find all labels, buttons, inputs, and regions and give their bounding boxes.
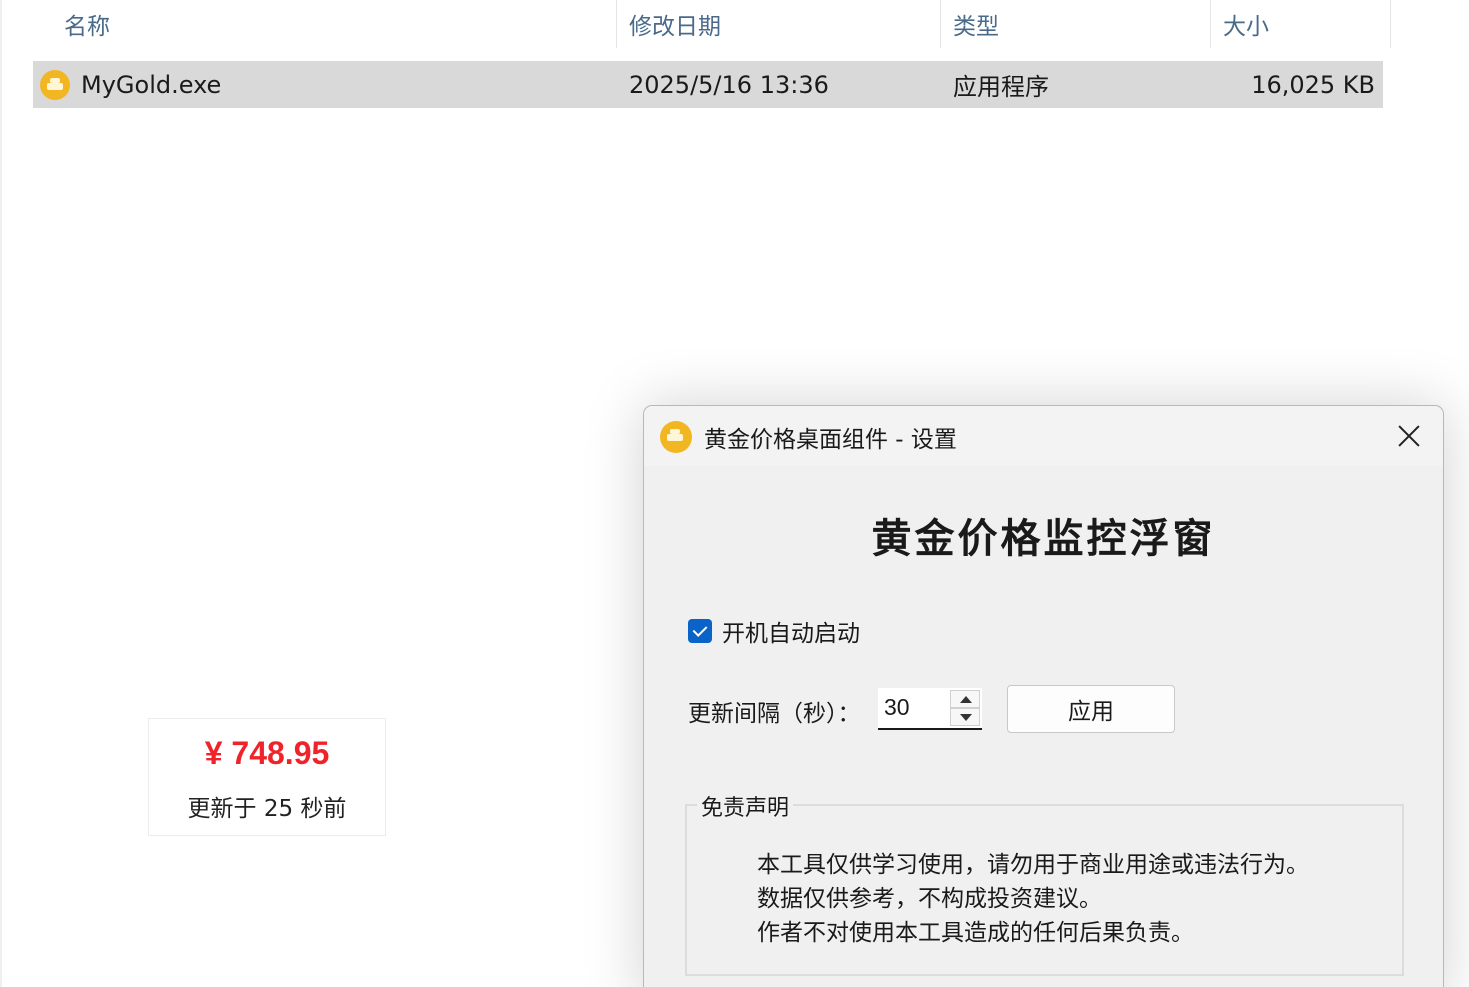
disclaimer-line: 作者不对使用本工具造成的任何后果负责。 — [757, 920, 1194, 946]
file-icon-cell — [40, 61, 70, 108]
file-type: 应用程序 — [953, 73, 1049, 101]
last-updated-text: 更新于 25 秒前 — [187, 796, 347, 822]
apply-button[interactable]: 应用 — [1007, 685, 1175, 733]
interval-spinbox[interactable] — [878, 688, 982, 730]
spin-down-icon[interactable] — [950, 708, 980, 726]
close-icon[interactable] — [1391, 418, 1427, 454]
disclaimer-title: 免责声明 — [697, 790, 794, 822]
column-header-modified[interactable]: 修改日期 — [629, 0, 721, 48]
sort-up-icon: ^ — [328, 0, 340, 10]
gold-price-widget[interactable]: ¥ 748.95 更新于 25 秒前 — [148, 718, 386, 836]
gold-app-icon — [660, 421, 692, 453]
autostart-option[interactable]: 开机自动启动 — [688, 614, 860, 648]
file-size: 16,025 KB — [1251, 70, 1375, 99]
explorer-left-edge — [0, 0, 2, 987]
settings-dialog: 黄金价格桌面组件 - 设置 黄金价格监控浮窗 开机自动启动 更新间隔（秒）： 应… — [643, 405, 1444, 987]
autostart-checkbox[interactable] — [688, 619, 712, 643]
file-name[interactable]: MyGold.exe — [81, 61, 221, 108]
column-separator[interactable] — [1390, 0, 1391, 48]
dialog-titlebar[interactable]: 黄金价格桌面组件 - 设置 — [644, 406, 1443, 466]
gold-price: ¥ 748.95 — [204, 735, 330, 771]
dialog-heading: 黄金价格监控浮窗 — [871, 515, 1216, 562]
autostart-label[interactable]: 开机自动启动 — [722, 614, 860, 648]
column-header-size[interactable]: 大小 — [1223, 0, 1269, 48]
dialog-title: 黄金价格桌面组件 - 设置 — [704, 427, 957, 453]
column-separator[interactable] — [616, 0, 617, 48]
interval-label: 更新间隔（秒）： — [688, 701, 861, 727]
column-header-name[interactable]: 名称 — [64, 0, 110, 48]
disclaimer-line: 本工具仅供学习使用，请勿用于商业用途或违法行为。 — [757, 852, 1309, 878]
disclaimer-group: 免责声明 本工具仅供学习使用，请勿用于商业用途或违法行为。 数据仅供参考，不构成… — [685, 790, 1404, 976]
gold-app-icon — [40, 69, 70, 100]
disclaimer-line: 数据仅供参考，不构成投资建议。 — [757, 886, 1102, 912]
spin-up-icon[interactable] — [950, 690, 980, 708]
file-row[interactable]: MyGold.exe 2025/5/16 13:36 应用程序 16,025 K… — [33, 61, 1383, 108]
disclaimer-text: 本工具仅供学习使用，请勿用于商业用途或违法行为。 数据仅供参考，不构成投资建议。… — [757, 848, 1309, 950]
interval-input[interactable] — [880, 690, 958, 724]
column-separator[interactable] — [940, 0, 941, 48]
file-modified-date: 2025/5/16 13:36 — [629, 70, 829, 99]
column-header-type[interactable]: 类型 — [953, 0, 999, 48]
column-separator[interactable] — [1210, 0, 1211, 48]
